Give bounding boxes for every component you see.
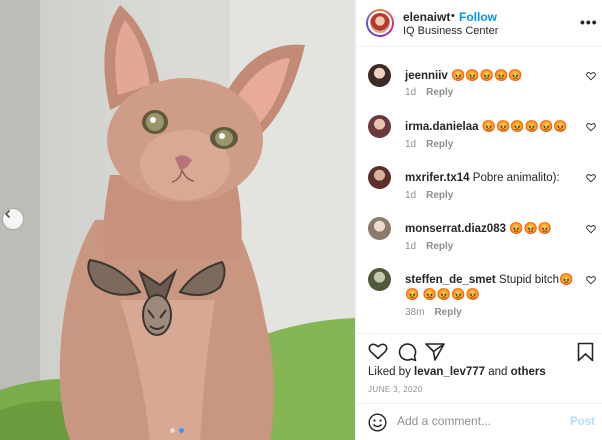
comment-time[interactable]: 1d [405, 87, 416, 98]
avatar[interactable] [368, 217, 391, 240]
add-comment-bar: Post [356, 404, 602, 440]
cat-photo-image [0, 0, 355, 440]
separator-dot: • [451, 10, 455, 22]
reply-button[interactable]: Reply [426, 241, 453, 252]
post-username[interactable]: elenaiwt [403, 10, 450, 24]
bookmark-icon[interactable] [577, 342, 594, 362]
comment-icon[interactable] [397, 342, 417, 362]
comment-body: Pobre animalito): [472, 172, 560, 184]
comment-text: jeenniiv 😡😡😡😡😡 [405, 69, 583, 84]
comment-time[interactable]: 1d [405, 190, 416, 201]
avatar[interactable] [368, 64, 391, 87]
chevron-left-icon [4, 209, 11, 219]
comment-text: irma.danielaa 😡😡😡😡😡😡 [405, 120, 583, 135]
comment-username[interactable]: monserrat.diaz083 [405, 223, 506, 235]
share-icon[interactable] [425, 342, 445, 361]
post-panel: elenaiwt • Follow IQ Business Center •••… [355, 0, 602, 440]
heart-icon[interactable] [586, 122, 596, 132]
reply-button[interactable]: Reply [426, 139, 453, 150]
liked-by-user[interactable]: levan_lev777 [414, 366, 485, 378]
heart-icon[interactable] [586, 224, 596, 234]
comment-body: 😡😡😡😡😡😡 [481, 121, 568, 133]
post-header: elenaiwt • Follow IQ Business Center ••• [356, 0, 602, 47]
carousel-prev-button[interactable] [3, 209, 23, 229]
comment-text: monserrat.diaz083 😡😡😡 [405, 222, 583, 237]
comment-meta: 1d Reply [405, 139, 453, 150]
post-date[interactable]: JUNE 3, 2020 [368, 385, 423, 394]
avatar[interactable] [368, 115, 391, 138]
comment-time[interactable]: 38m [405, 307, 424, 318]
likes-and: and [488, 366, 508, 378]
carousel-dots [170, 428, 184, 433]
comment-body: 😡😡😡😡😡 [451, 70, 523, 82]
comment-input[interactable] [397, 414, 557, 428]
carousel-dot-active [179, 428, 184, 433]
more-options-button[interactable]: ••• [580, 14, 598, 30]
emoji-icon[interactable] [368, 413, 387, 432]
heart-icon[interactable] [586, 71, 596, 81]
comments-list: jeenniiv 😡😡😡😡😡 1d Reply irma.danielaa 😡😡😡… [356, 47, 602, 335]
comment-meta: 1d Reply [405, 87, 453, 98]
likes-prefix: Liked by [368, 366, 411, 378]
comment-time[interactable]: 1d [405, 241, 416, 252]
comment-username[interactable]: mxrifer.tx14 [405, 172, 470, 184]
comment-username[interactable]: steffen_de_smet [405, 274, 496, 286]
avatar[interactable] [366, 9, 394, 37]
likes-summary: Liked by levan_lev777 and others [368, 366, 546, 378]
reply-button[interactable]: Reply [434, 307, 461, 318]
reply-button[interactable]: Reply [426, 190, 453, 201]
comment-time[interactable]: 1d [405, 139, 416, 150]
heart-icon[interactable] [586, 275, 596, 285]
post-photo[interactable] [0, 0, 355, 440]
heart-icon[interactable] [586, 173, 596, 183]
comment-text: mxrifer.tx14 Pobre animalito): [405, 171, 583, 186]
reply-button[interactable]: Reply [426, 87, 453, 98]
post-location[interactable]: IQ Business Center [403, 25, 498, 37]
likes-others-link[interactable]: others [511, 366, 546, 378]
comment-meta: 38m Reply [405, 307, 462, 318]
comment-meta: 1d Reply [405, 241, 453, 252]
comment-body: 😡😡😡 [509, 223, 553, 235]
avatar[interactable] [368, 268, 391, 291]
action-bar [368, 342, 594, 362]
comment-text: steffen_de_smet Stupid bitch😡😡 😡😡😡😡 [405, 273, 583, 303]
comment-username[interactable]: jeenniiv [405, 70, 448, 82]
carousel-dot [170, 428, 175, 433]
divider [356, 333, 602, 334]
comment-meta: 1d Reply [405, 190, 453, 201]
heart-icon[interactable] [368, 342, 388, 360]
post-comment-button[interactable]: Post [570, 416, 595, 428]
comment-username[interactable]: irma.danielaa [405, 121, 479, 133]
follow-button[interactable]: Follow [459, 10, 497, 24]
avatar[interactable] [368, 166, 391, 189]
